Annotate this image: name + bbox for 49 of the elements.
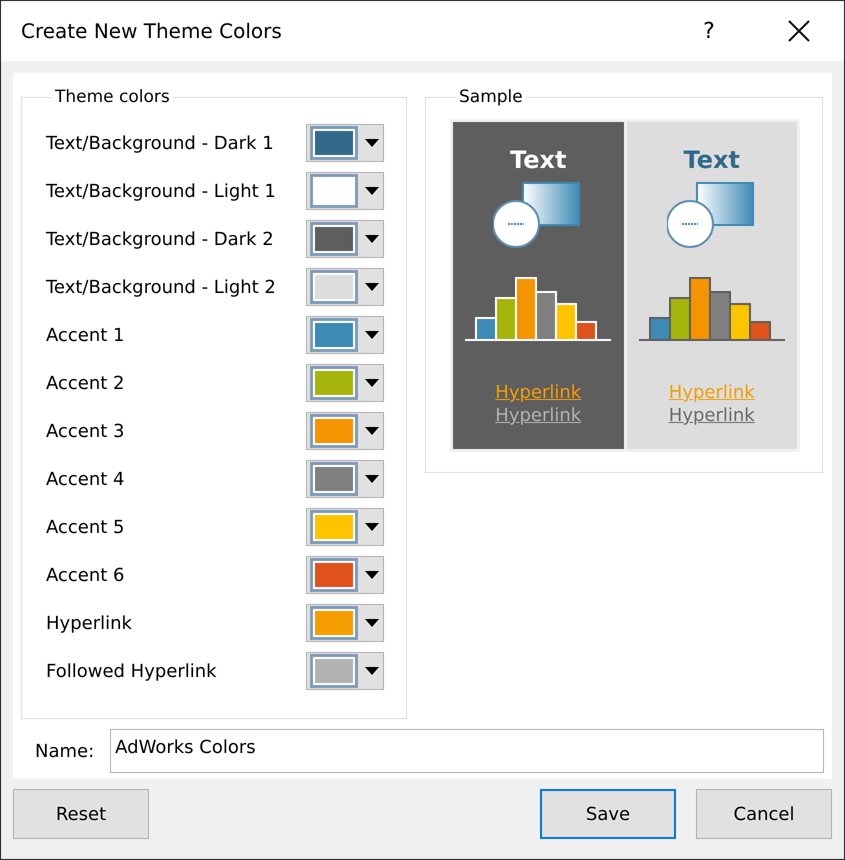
color-picker-button[interactable] [306, 124, 384, 162]
cancel-button[interactable]: Cancel [696, 789, 832, 839]
caret-icon [365, 235, 379, 243]
preview-text: Text [684, 146, 740, 174]
caret-icon [365, 475, 379, 483]
color-label: Accent 1 [46, 324, 125, 346]
color-picker-button[interactable] [306, 556, 384, 594]
color-label: Followed Hyperlink [46, 660, 217, 682]
color-label: Accent 2 [46, 372, 125, 394]
color-label: Hyperlink [46, 612, 132, 634]
name-input-field[interactable]: AdWorks Colors [110, 729, 824, 773]
color-picker-button[interactable] [306, 316, 384, 354]
group-title: Sample [458, 87, 524, 107]
color-picker-button[interactable] [306, 412, 384, 450]
color-label: Text/Background - Light 1 [46, 180, 276, 202]
color-label: Accent 6 [46, 564, 125, 586]
color-picker-button[interactable] [306, 460, 384, 498]
group-title: Theme colors [54, 87, 171, 107]
caret-icon [365, 619, 379, 627]
caret-icon [365, 523, 379, 531]
color-picker-button[interactable] [306, 220, 384, 258]
color-picker-button[interactable] [306, 364, 384, 402]
reset-button[interactable]: Reset [13, 789, 149, 839]
color-label: Accent 5 [46, 516, 125, 538]
color-picker-button[interactable] [306, 268, 384, 306]
color-label: Text/Background - Light 2 [46, 276, 276, 298]
color-label: Text/Background - Dark 2 [46, 228, 274, 250]
caret-icon [365, 139, 379, 147]
caret-icon [365, 379, 379, 387]
close-icon [788, 20, 810, 42]
caret-icon [365, 187, 379, 195]
help-button[interactable]: ? [664, 1, 754, 61]
caret-icon [365, 571, 379, 579]
color-label: Accent 4 [46, 468, 125, 490]
caret-icon [365, 667, 379, 675]
color-label: Text/Background - Dark 1 [46, 132, 274, 154]
window-title: Create New Theme Colors [21, 19, 282, 43]
save-button[interactable]: Save [540, 789, 676, 839]
followed-hyperlink-sample[interactable]: Hyperlink [668, 405, 755, 426]
caret-icon [365, 283, 379, 291]
color-picker-button[interactable] [306, 172, 384, 210]
caret-icon [365, 331, 379, 339]
caret-icon [365, 427, 379, 435]
color-picker-button[interactable] [306, 652, 384, 690]
color-label: Accent 3 [46, 420, 125, 442]
color-picker-button[interactable] [306, 508, 384, 546]
preview-text: Text [510, 146, 566, 174]
color-picker-button[interactable] [306, 604, 384, 642]
name-label: Name: [35, 740, 94, 762]
